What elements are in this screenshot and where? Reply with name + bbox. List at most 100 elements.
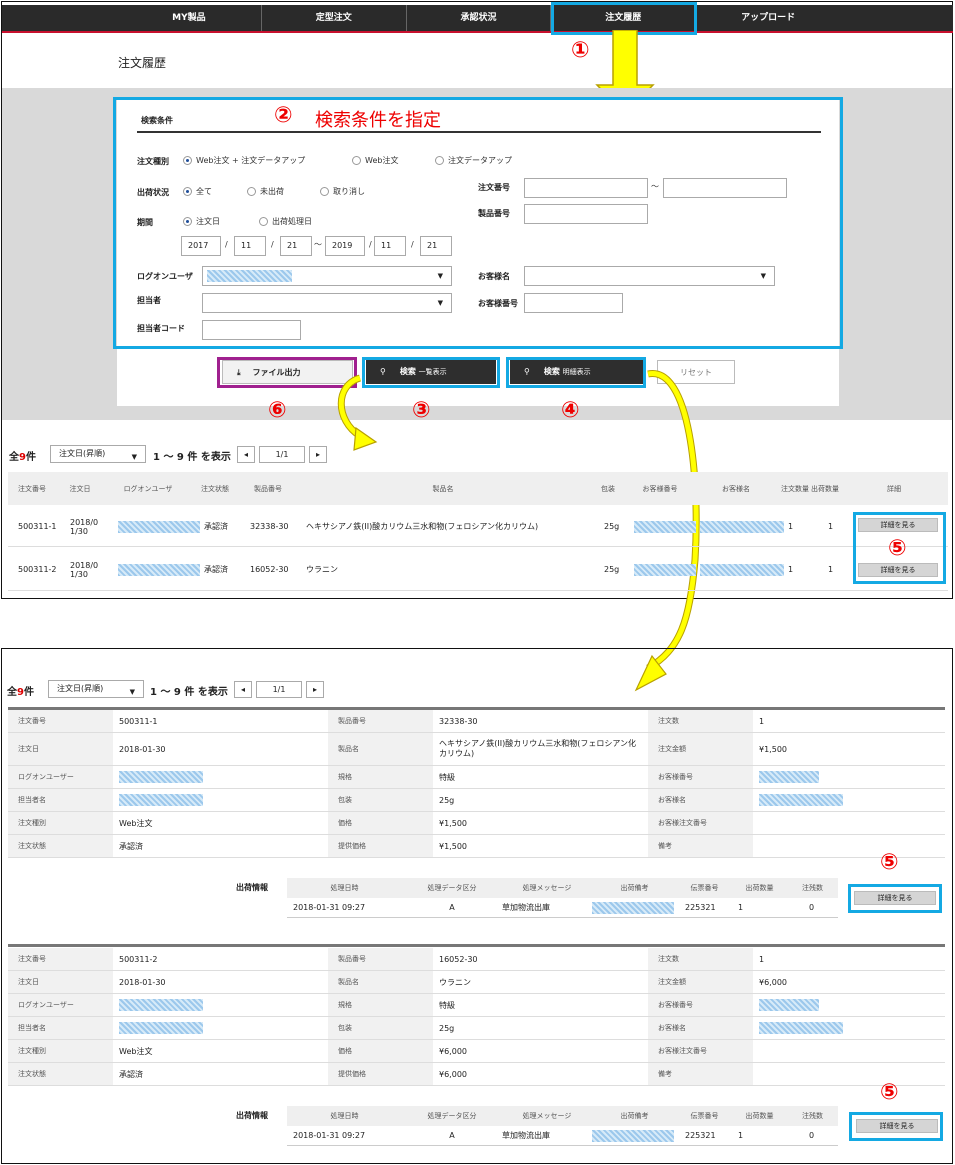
ship-col-ship-qty: 出荷数量 (732, 878, 787, 898)
ship-datetime: 2018-01-31 09:27 (293, 1131, 366, 1140)
col-status: 注文状態 (192, 472, 238, 505)
val-grade: 特級 (439, 772, 455, 782)
key-order-no: 注文番号 (8, 710, 113, 732)
val-qty: 1 (759, 716, 765, 726)
key-customer-name: お客様名 (648, 1017, 753, 1039)
ship-col-remarks: 出荷備考 (592, 878, 677, 898)
ship-message: 草加物流出庫 (502, 903, 550, 912)
row-pack: 25g (604, 565, 620, 574)
ship-table: 処理日時 処理データ区分 処理メッセージ 出荷備考 伝票番号 出荷数量 注残数 … (287, 1106, 838, 1146)
detail-row: ログオンユーザー 規格 特級 お客様番号 (8, 994, 945, 1017)
col-customer-name: お客様名 (692, 472, 780, 505)
ship-col-datetime: 処理日時 (287, 1106, 402, 1126)
masked-value (700, 520, 784, 533)
ship-remain: 0 (809, 1131, 815, 1140)
count-prefix: 全 (9, 452, 19, 463)
ship-message: 草加物流出庫 (502, 1131, 550, 1140)
ship-col-remain: 注残数 (787, 1106, 838, 1126)
masked-value (119, 1022, 203, 1034)
ship-row: 2018-01-31 09:27 A 草加物流出庫 225321 1 0 (287, 898, 838, 918)
val-logon-user (113, 994, 328, 1016)
val-customer-name (753, 789, 945, 811)
next-page-button[interactable]: ▸ (306, 681, 324, 698)
table-row: 500311-1 2018/0 1/30 承認済 32338-30 ヘキサシアノ… (8, 507, 948, 547)
row-order-no: 500311-2 (18, 565, 57, 574)
ship-col-remarks: 出荷備考 (592, 1106, 677, 1126)
ship-remarks (592, 1126, 677, 1145)
ship-slip: 225321 (685, 1131, 716, 1140)
row-logon-user (118, 549, 204, 590)
highlight-detail-button (849, 1112, 943, 1141)
marker-5: ⑤ (880, 850, 899, 875)
key-grade: 規格 (328, 994, 433, 1016)
ship-col-slip: 伝票番号 (677, 878, 732, 898)
next-page-button[interactable]: ▸ (309, 446, 327, 463)
detail-row: 注文状態 承認済 提供価格 ¥1,500 備考 (8, 835, 945, 858)
val-offer-price: ¥6,000 (439, 1069, 467, 1079)
row-customer-no (634, 507, 700, 546)
prev-page-button[interactable]: ◂ (237, 446, 255, 463)
val-offer-price: ¥1,500 (439, 841, 467, 851)
record-top-rule (8, 944, 945, 947)
col-customer-no: お客様番号 (628, 472, 692, 505)
detail-row: 注文番号 500311-1 製品番号 32338-30 注文数 1 (8, 710, 945, 733)
ship-col-message: 処理メッセージ (502, 878, 592, 898)
key-order-type: 注文種別 (8, 1040, 113, 1062)
col-pack: 包装 (588, 472, 628, 505)
key-staff-name: 担当者名 (8, 1017, 113, 1039)
col-product-no: 製品番号 (238, 472, 298, 505)
ship-remain: 0 (809, 903, 815, 912)
key-status: 注文状態 (8, 1063, 113, 1085)
ship-slip: 225321 (685, 903, 716, 912)
row-product-no: 32338-30 (250, 522, 289, 531)
col-ship-qty: 出荷数量 (810, 472, 840, 505)
key-order-no: 注文番号 (8, 948, 113, 970)
detail-row: 注文種別 Web注文 価格 ¥6,000 お客様注文番号 (8, 1040, 945, 1063)
marker-5: ⑤ (888, 536, 907, 561)
ship-qty: 1 (738, 903, 744, 912)
key-order-date: 注文日 (8, 971, 113, 993)
range-text: 1 〜 9 件 を表示 (153, 452, 231, 463)
row-order-date: 2018/0 1/30 (70, 560, 99, 579)
masked-value (634, 520, 696, 533)
result-count: 全9件 (9, 448, 36, 463)
page-indicator: 1/1 (259, 446, 305, 463)
key-qty: 注文数 (648, 710, 753, 732)
key-amount: 注文金額 (648, 733, 753, 765)
sort-select[interactable]: 注文日(昇順) ▼ (50, 445, 146, 463)
row-status: 承認済 (204, 522, 228, 531)
val-order-date: 2018-01-30 (119, 744, 166, 754)
val-order-date: 2018-01-30 (119, 977, 166, 987)
key-customer-no: お客様番号 (648, 766, 753, 788)
prev-page-button[interactable]: ◂ (234, 681, 252, 698)
key-price: 価格 (328, 812, 433, 834)
val-order-type: Web注文 (119, 818, 153, 828)
masked-value (119, 794, 203, 806)
row-order-no: 500311-1 (18, 522, 57, 531)
row-pack: 25g (604, 522, 620, 531)
row-qty: 1 (788, 565, 794, 574)
key-status: 注文状態 (8, 835, 113, 857)
sort-select[interactable]: 注文日(昇順) ▼ (48, 680, 144, 698)
val-grade: 特級 (439, 1000, 455, 1010)
detail-row: 注文種別 Web注文 価格 ¥1,500 お客様注文番号 (8, 812, 945, 835)
col-product-name: 製品名 (298, 472, 588, 505)
ship-info-label: 出荷情報 (236, 1111, 268, 1120)
val-logon-user (113, 766, 328, 788)
row-order-date: 2018/0 1/30 (70, 517, 99, 536)
ship-col-slip: 伝票番号 (677, 1106, 732, 1126)
val-product-no: 16052-30 (439, 954, 478, 964)
val-status: 承認済 (119, 1069, 143, 1079)
val-product-no: 32338-30 (439, 716, 478, 726)
ship-remarks (592, 898, 677, 917)
row-product-name: ウラニン (306, 565, 338, 574)
key-product-no: 製品番号 (328, 710, 433, 732)
key-customer-no: お客様番号 (648, 994, 753, 1016)
val-amount: ¥6,000 (759, 977, 787, 987)
row-product-no: 16052-30 (250, 565, 289, 574)
masked-value (592, 1129, 674, 1142)
key-price: 価格 (328, 1040, 433, 1062)
ship-col-datetime: 処理日時 (287, 878, 402, 898)
val-product-name: ヘキサシアノ鉄(II)酸カリウム三水和物(フェロシアン化カリウム) (439, 739, 637, 758)
row-qty: 1 (788, 522, 794, 531)
